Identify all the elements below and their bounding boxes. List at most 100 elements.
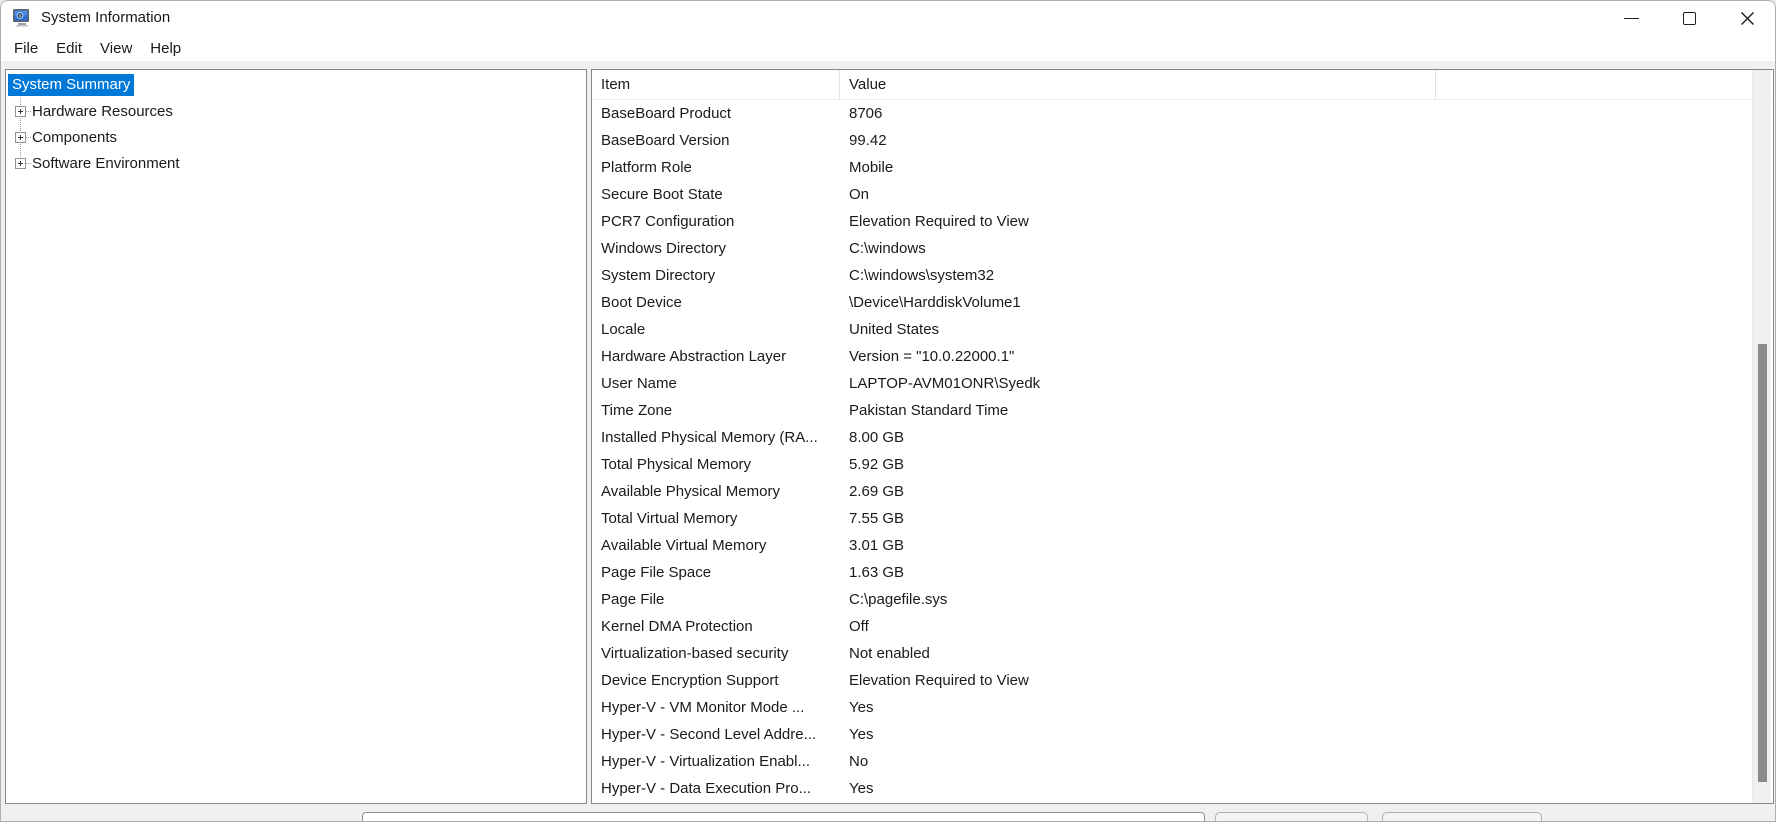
table-row[interactable]: Page File Space 1.63 GB: [592, 559, 1773, 586]
menu-item-file[interactable]: File: [5, 36, 47, 61]
find-what-input[interactable]: [362, 812, 1205, 822]
item-cell: Windows Directory: [601, 240, 727, 257]
table-row[interactable]: PCR7 Configuration Elevation Required to …: [592, 208, 1773, 235]
table-row[interactable]: Hyper-V - VM Monitor Mode ... Yes: [592, 694, 1773, 721]
close-button[interactable]: [1718, 0, 1776, 36]
value-cell: C:\pagefile.sys: [849, 591, 948, 608]
expand-plus-icon[interactable]: [15, 157, 26, 169]
value-cell: Off: [849, 618, 869, 635]
menu-item-edit[interactable]: Edit: [47, 36, 91, 61]
table-row[interactable]: Hyper-V - Data Execution Pro... Yes: [592, 775, 1773, 802]
table-row[interactable]: BaseBoard Product 8706: [592, 100, 1773, 127]
table-row[interactable]: Device Encryption Support Elevation Requi…: [592, 667, 1773, 694]
item-cell: Boot Device: [601, 294, 682, 311]
table-row[interactable]: Hyper-V - Second Level Addre... Yes: [592, 721, 1773, 748]
tree-item-label: System Summary: [8, 74, 135, 96]
value-cell: 99.42: [849, 132, 887, 149]
table-row[interactable]: Hardware Abstraction Layer Version = "10.…: [592, 343, 1773, 370]
item-cell: Hardware Abstraction Layer: [601, 348, 787, 365]
tree-item-label: Components: [32, 128, 118, 146]
item-cell: Hyper-V - Virtualization Enabl...: [601, 753, 810, 770]
minimize-button[interactable]: [1602, 0, 1660, 36]
table-row[interactable]: Page File C:\pagefile.sys: [592, 586, 1773, 613]
tree-item-hardware-resources[interactable]: Hardware Resources: [6, 98, 586, 124]
item-cell: Total Virtual Memory: [601, 510, 738, 527]
value-cell: Yes: [849, 726, 874, 743]
expand-plus-icon[interactable]: [15, 131, 26, 143]
tree-connector-stub: [26, 110, 31, 112]
value-cell: No: [849, 753, 869, 770]
system-information-window: System Information File Edit View Help Syst…: [0, 0, 1776, 822]
table-row[interactable]: Available Physical Memory 2.69 GB: [592, 478, 1773, 505]
tree-item-components[interactable]: Components: [6, 124, 586, 150]
tree-item-software-environment[interactable]: Software Environment: [6, 150, 586, 176]
value-cell: Yes: [849, 780, 874, 797]
table-row[interactable]: Virtualization-based security Not enabled: [592, 640, 1773, 667]
tree-item-label: Hardware Resources: [32, 102, 173, 120]
item-cell: System Directory: [601, 267, 716, 284]
caption-controls: [1602, 0, 1776, 36]
value-cell: Elevation Required to View: [849, 672, 1029, 689]
menu-item-view[interactable]: View: [91, 36, 141, 61]
item-cell: Hyper-V - Second Level Addre...: [601, 726, 817, 743]
window-title: System Information: [41, 9, 171, 26]
table-row[interactable]: Hyper-V - Virtualization Enabl... No: [592, 748, 1773, 775]
value-cell: Not enabled: [849, 645, 930, 662]
tree-item-system-summary[interactable]: System Summary: [6, 72, 586, 98]
table-row[interactable]: Windows Directory C:\windows: [592, 235, 1773, 262]
menu-item-help[interactable]: Help: [141, 36, 190, 61]
item-cell: Installed Physical Memory (RA...: [601, 429, 818, 446]
titlebar: System Information: [0, 0, 1776, 36]
value-cell: On: [849, 186, 870, 203]
category-tree-panel: System Summary Hardware Resources Componen…: [5, 69, 587, 804]
table-row[interactable]: System Directory C:\windows\system32: [592, 262, 1773, 289]
item-cell: Time Zone: [601, 402, 673, 419]
menubar: File Edit View Help: [0, 36, 1776, 61]
table-row[interactable]: User Name LAPTOP-AVM01ONR\Syedk: [592, 370, 1773, 397]
table-row[interactable]: Total Physical Memory 5.92 GB: [592, 451, 1773, 478]
value-cell: Elevation Required to View: [849, 213, 1029, 230]
item-cell: Page File Space: [601, 564, 712, 581]
item-cell: Secure Boot State: [601, 186, 723, 203]
item-cell: Available Virtual Memory: [601, 537, 767, 554]
table-row[interactable]: Platform Role Mobile: [592, 154, 1773, 181]
details-list-panel: Item Value BaseBoard Product 8706 BaseBoar…: [591, 69, 1774, 804]
find-button[interactable]: [1215, 812, 1368, 822]
item-cell: Device Encryption Support: [601, 672, 779, 689]
table-row[interactable]: Available Virtual Memory 3.01 GB: [592, 532, 1773, 559]
item-cell: BaseBoard Product: [601, 105, 732, 122]
value-cell: Pakistan Standard Time: [849, 402, 1009, 419]
table-row[interactable]: Locale United States: [592, 316, 1773, 343]
table-row[interactable]: Secure Boot State On: [592, 181, 1773, 208]
table-row[interactable]: BaseBoard Version 99.42: [592, 127, 1773, 154]
list-header: Item Value: [592, 70, 1773, 100]
item-cell: BaseBoard Version: [601, 132, 730, 149]
table-row[interactable]: Kernel DMA Protection Off: [592, 613, 1773, 640]
maximize-button[interactable]: [1660, 0, 1718, 36]
item-cell: Hyper-V - VM Monitor Mode ...: [601, 699, 805, 716]
value-cell: Version = "10.0.22000.1": [849, 348, 1015, 365]
scrollbar-thumb[interactable]: [1758, 344, 1767, 782]
maximize-icon: [1682, 11, 1696, 25]
item-cell: Hyper-V - Data Execution Pro...: [601, 780, 812, 797]
table-row[interactable]: Installed Physical Memory (RA... 8.00 GB: [592, 424, 1773, 451]
tree-connector-stub: [26, 162, 31, 164]
value-cell: Mobile: [849, 159, 894, 176]
close-find-button[interactable]: [1382, 812, 1542, 822]
table-row[interactable]: Boot Device \Device\HarddiskVolume1: [592, 289, 1773, 316]
column-header-value[interactable]: Value: [840, 70, 1436, 100]
value-cell: 8706: [849, 105, 883, 122]
expand-plus-icon[interactable]: [15, 105, 26, 117]
column-header-item[interactable]: Item: [592, 70, 840, 100]
value-cell: 8.00 GB: [849, 429, 905, 446]
item-cell: Virtualization-based security: [601, 645, 789, 662]
value-cell: \Device\HarddiskVolume1: [849, 294, 1021, 311]
tree-item-label: Software Environment: [32, 154, 180, 172]
value-cell: 3.01 GB: [849, 537, 905, 554]
table-row[interactable]: Time Zone Pakistan Standard Time: [592, 397, 1773, 424]
table-row[interactable]: Total Virtual Memory 7.55 GB: [592, 505, 1773, 532]
item-cell: Available Physical Memory: [601, 483, 780, 500]
item-cell: User Name: [601, 375, 677, 392]
value-cell: Yes: [849, 699, 874, 716]
vertical-scrollbar[interactable]: [1752, 70, 1771, 803]
